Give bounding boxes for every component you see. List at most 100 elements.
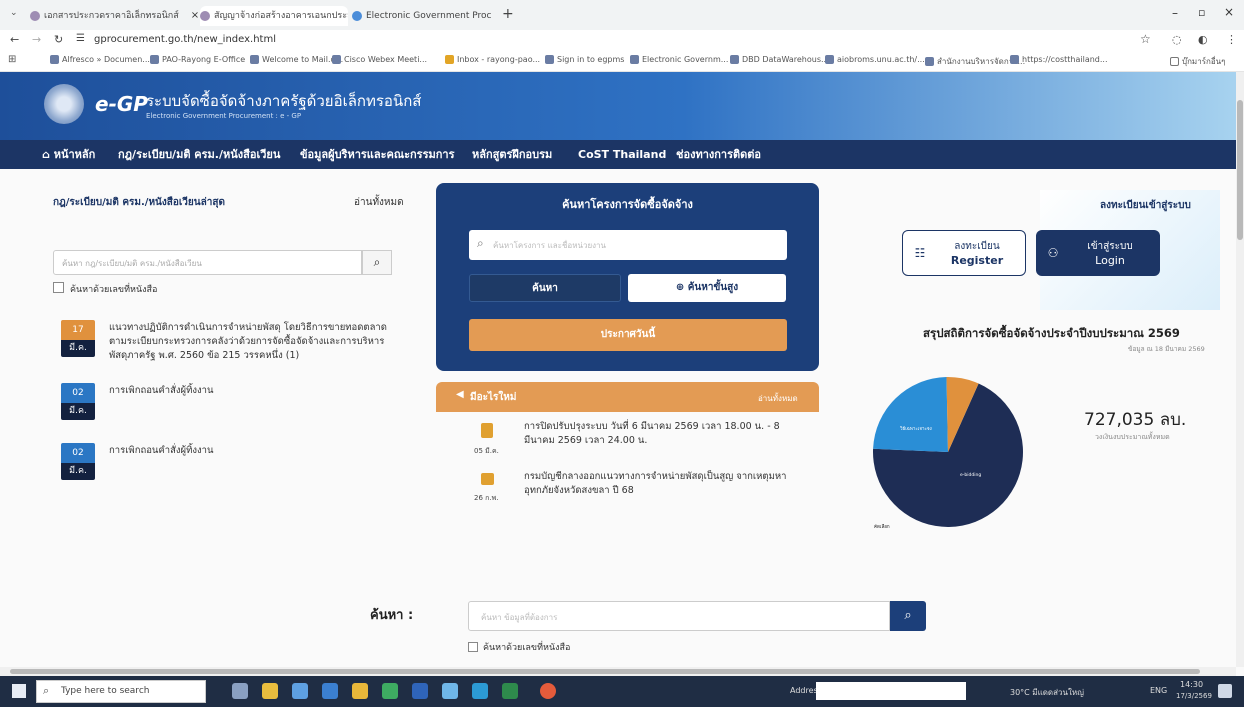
announce-today-button[interactable]: ประกาศวันนี้: [469, 319, 787, 351]
regulations-view-all[interactable]: อ่านทั้งหมด: [354, 195, 404, 210]
bookmark-item[interactable]: Inbox - rayong-pao...: [445, 55, 540, 64]
taskbar-search-box[interactable]: ⌕ Type here to search: [36, 680, 206, 703]
search-button[interactable]: ค้นหา: [469, 274, 621, 302]
bottom-search-input[interactable]: ค้นหา ข้อมูลที่ต้องการ: [468, 601, 890, 631]
bookmark-item[interactable]: Alfresco » Documen...: [50, 55, 150, 64]
notification-icon[interactable]: [1218, 684, 1232, 698]
bookmark-item[interactable]: DBD DataWarehous...: [730, 55, 829, 64]
nav-regulations[interactable]: กฎ/ระเบียบ/มติ ครม./หนังสือเวียน: [118, 140, 280, 169]
explorer-icon[interactable]: [352, 683, 368, 699]
back-icon[interactable]: ←: [10, 33, 19, 46]
bookmark-item[interactable]: PAO-Rayong E-Office: [150, 55, 245, 64]
procurement-search-panel: ค้นหาโครงการจัดซื้อจัดจ้าง ⌕ ค้นหาโครงกา…: [436, 183, 819, 371]
bookmark-icon: [250, 55, 259, 64]
taskbar-address-input[interactable]: [816, 682, 966, 700]
bookmark-icon: [332, 55, 341, 64]
bookmark-icon: [730, 55, 739, 64]
nav-home[interactable]: ⌂ หน้าหลัก: [42, 140, 95, 169]
profile-icon[interactable]: ◐: [1198, 33, 1208, 46]
document-icon: [481, 423, 493, 438]
reload-icon[interactable]: ↻: [54, 33, 63, 46]
app-icon[interactable]: [382, 683, 398, 699]
close-icon[interactable]: ×: [191, 6, 199, 26]
tab-2[interactable]: สัญญาจ้างก่อสร้างอาคารเอนกประสงค์×: [200, 6, 348, 26]
weather-widget[interactable]: 30°C มีแดดส่วนใหญ่: [1010, 686, 1084, 699]
folder-icon[interactable]: [262, 683, 278, 699]
megaphone-icon: ◀: [456, 389, 464, 400]
vertical-scrollbar[interactable]: [1236, 72, 1244, 667]
regulation-item-2[interactable]: การเพิกถอนคำสั่งผู้ทิ้งงาน: [109, 384, 394, 398]
mail-icon[interactable]: [322, 683, 338, 699]
forward-icon[interactable]: →: [32, 33, 41, 46]
task-view-icon[interactable]: [232, 683, 248, 699]
browser-window: { "browser": { "tabs": [ {"label": "เอกส…: [0, 0, 1244, 707]
scrollbar-thumb[interactable]: [10, 669, 1200, 674]
bookmark-item[interactable]: Electronic Governm...: [630, 55, 728, 64]
chrome-icon[interactable]: [540, 683, 556, 699]
advanced-search-button[interactable]: ⊕ ค้นหาขั้นสูง: [628, 274, 786, 302]
new-tab-button[interactable]: +: [502, 6, 514, 22]
edge-icon[interactable]: [472, 683, 488, 699]
store-icon[interactable]: [292, 683, 308, 699]
scrollbar-thumb[interactable]: [1237, 100, 1243, 240]
pie-slice-1[interactable]: [873, 377, 948, 452]
bookmarks-folder[interactable]: บุ๊กมาร์กอื่นๆ: [1170, 55, 1225, 68]
windows-start-icon[interactable]: [12, 684, 26, 698]
close-window-button[interactable]: ×: [1224, 5, 1234, 19]
news-item-2[interactable]: กรมบัญชีกลางออกแนวทางการจำหน่ายพัสดุเป็น…: [524, 470, 799, 498]
maximize-button[interactable]: ▫: [1198, 6, 1205, 19]
excel-icon[interactable]: [502, 683, 518, 699]
address-bar: ← → ↻ ☰ gprocurement.go.th/new_index.htm…: [0, 30, 1244, 50]
egp-logo[interactable]: e-GP: [95, 92, 148, 116]
bottom-search-button[interactable]: ⌕: [890, 601, 926, 631]
folder-icon: [1170, 57, 1179, 66]
horizontal-scrollbar[interactable]: [0, 667, 1236, 676]
bookmark-item[interactable]: Sign in to egpms: [545, 55, 624, 64]
site-info-icon[interactable]: ☰: [76, 33, 85, 44]
star-icon[interactable]: ☆: [1140, 32, 1151, 46]
tab-1[interactable]: เอกสารประกวดราคาอิเล็กทรอนิกส์ ×: [30, 6, 200, 26]
news-date-badge: 02 มี.ค.: [61, 383, 95, 420]
regulation-item-3[interactable]: การเพิกถอนคำสั่งผู้ทิ้งงาน: [109, 444, 394, 458]
nav-cost-thailand[interactable]: CoST Thailand: [578, 140, 666, 169]
bottom-number-checkbox[interactable]: [468, 642, 478, 652]
minimize-button[interactable]: –: [1172, 6, 1178, 20]
project-search-input[interactable]: ⌕ ค้นหาโครงการ และชื่อหน่วยงาน: [469, 230, 787, 260]
clock-date[interactable]: 17/3/2569: [1176, 692, 1212, 700]
extensions-icon[interactable]: ◌: [1172, 33, 1182, 46]
nav-contact[interactable]: ช่องทางการติดต่อ: [676, 140, 761, 169]
site-banner: e-GP ระบบจัดซื้อจัดจ้างภาครัฐด้วยอิเล็กท…: [0, 72, 1244, 140]
regulations-search-input[interactable]: ค้นหา กฎ/ระเบียบ/มติ ครม./หนังสือเวียน: [53, 250, 362, 275]
tab-search-icon[interactable]: ⌄: [10, 8, 18, 18]
bookmark-icon: [445, 55, 454, 64]
nav-executives[interactable]: ข้อมูลผู้บริหารและคณะกรรมการ: [300, 140, 454, 169]
bookmark-item[interactable]: Cisco Webex Meeti...: [332, 55, 427, 64]
language-indicator[interactable]: ENG: [1150, 686, 1167, 695]
pie-label-ebidding: e-bidding: [960, 472, 981, 478]
bookmark-icon: [925, 57, 934, 66]
total-amount: 727,035 ลบ.: [1084, 410, 1187, 430]
apps-icon[interactable]: ⊞: [8, 54, 16, 65]
menu-icon[interactable]: ⋮: [1226, 33, 1237, 46]
bookmark-item[interactable]: Welcome to Mail.d...: [250, 55, 343, 64]
word-icon[interactable]: [412, 683, 428, 699]
news-item-1[interactable]: การปิดปรับปรุงระบบ วันที่ 6 มีนาคม 2569 …: [524, 420, 799, 448]
register-button[interactable]: ☷ ลงทะเบียน Register: [902, 230, 1026, 276]
app-icon[interactable]: [442, 683, 458, 699]
amount-caption: วงเงินงบประมาณทั้งหมด: [1095, 433, 1170, 441]
register-link[interactable]: ลงทะเบียนเข้าสู่ระบบ: [1100, 198, 1191, 213]
clock-time[interactable]: 14:30: [1180, 680, 1203, 689]
whats-new-view-all[interactable]: อ่านทั้งหมด: [758, 392, 798, 405]
favicon-icon: [200, 11, 210, 21]
login-button[interactable]: ⚇ เข้าสู่ระบบ Login: [1036, 230, 1160, 276]
bookmark-icon: [150, 55, 159, 64]
url-field[interactable]: gprocurement.go.th/new_index.html: [94, 34, 276, 45]
nav-training[interactable]: หลักสูตรฝึกอบรม: [472, 140, 552, 169]
bookmark-item[interactable]: https://costthailand...: [1010, 55, 1108, 64]
regulation-item-1[interactable]: แนวทางปฏิบัติการดำเนินการจำหน่ายพัสดุ โด…: [109, 321, 394, 363]
bookmark-item[interactable]: aiobroms.unu.ac.th/...: [825, 55, 925, 64]
tab-3[interactable]: Electronic Government Procure×: [352, 6, 492, 26]
regulations-search-button[interactable]: ⌕: [362, 250, 392, 275]
search-icon: ⌕: [373, 255, 381, 269]
regulations-number-checkbox[interactable]: [53, 282, 64, 293]
